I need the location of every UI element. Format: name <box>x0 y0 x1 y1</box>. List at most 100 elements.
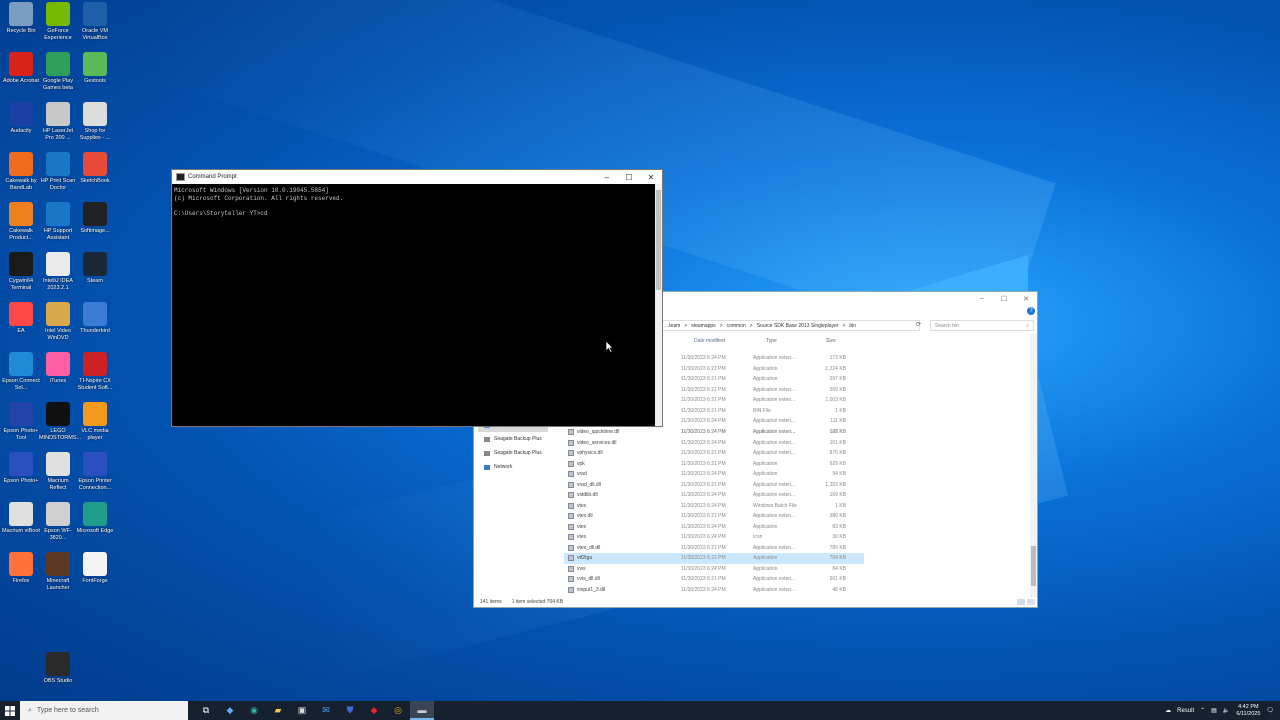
breadcrumb-segment[interactable]: ...team <box>665 323 680 329</box>
file-row[interactable]: vtex 11/30/2023 6:24 PM Application 83 KB <box>564 522 864 533</box>
file-row[interactable]: vtf2tga 11/30/2023 6:21 PM Application 704 … <box>564 553 864 564</box>
desktop-shortcut[interactable]: HP Print Scan Doctor <box>39 152 77 191</box>
vertical-scrollbar[interactable] <box>1030 334 1037 597</box>
desktop-shortcut[interactable]: IntelliJ IDEA 2023.2.1 <box>39 252 77 291</box>
close-icon[interactable]: ✕ <box>640 173 662 182</box>
weather-icon[interactable]: ☁ <box>1165 707 1171 714</box>
file-row[interactable]: vvis_dll.dll 11/30/2023 6:21 PM Applicatio… <box>564 574 864 585</box>
desktop-shortcut[interactable]: Epson WF-3820... <box>39 502 77 541</box>
desktop-shortcut[interactable]: Cygwin64 Terminal <box>2 252 40 291</box>
refresh-icon[interactable]: ⟳ <box>916 321 921 328</box>
desktop-shortcut[interactable]: LEGO MINDSTORMS... <box>39 402 81 441</box>
taskbar-search-box[interactable]: ⌕ Type here to search <box>20 701 188 720</box>
breadcrumb-segment[interactable]: Source SDK Base 2013 Singleplayer <box>757 323 839 329</box>
desktop-shortcut[interactable]: Google Play Games beta <box>39 52 77 91</box>
column-date-modified[interactable]: Date modified <box>694 338 725 344</box>
start-button[interactable] <box>0 701 20 720</box>
app-red-icon[interactable]: ◆ <box>362 701 386 720</box>
breadcrumb-segment[interactable]: steamapps <box>691 323 715 329</box>
desktop-shortcut[interactable]: EA <box>2 302 40 335</box>
file-row[interactable]: vrad_dll.dll 11/30/2023 6:21 PM Applicatio… <box>564 480 864 491</box>
console-output[interactable]: Microsoft Windows [Version 10.0.19045.58… <box>172 184 662 220</box>
volume-icon[interactable]: 🔈 <box>1223 707 1230 714</box>
copilot-icon[interactable]: ◆ <box>218 701 242 720</box>
nav-item[interactable]: Seagate Backup Plus <box>478 432 548 446</box>
file-row[interactable]: video_quicktime.dll 11/30/2023 6:24 PM App… <box>564 427 864 438</box>
desktop-shortcut[interactable]: Firefox <box>2 552 40 585</box>
store-icon[interactable]: ▣ <box>290 701 314 720</box>
maximize-icon[interactable]: ☐ <box>618 173 640 182</box>
desktop-shortcut[interactable]: OBS Studio <box>39 652 77 685</box>
desktop-shortcut[interactable]: Thunderbird <box>76 302 114 335</box>
network-icon[interactable]: ▤ <box>1211 707 1217 714</box>
desktop-shortcut[interactable]: TI-Nspire CX Student Soft... <box>76 352 114 391</box>
file-row[interactable]: vtex 11/30/2023 6:24 PM Icon 30 KB <box>564 532 864 543</box>
large-icons-view-icon[interactable] <box>1027 599 1035 605</box>
minimize-icon[interactable]: – <box>596 173 618 182</box>
desktop-shortcut[interactable]: Macrium viBoot <box>2 502 40 535</box>
file-row[interactable]: vpk 11/30/2023 6:21 PM Application 629 KB <box>564 459 864 470</box>
nav-item[interactable]: Seagate Backup Plus <box>478 446 548 460</box>
desktop-shortcut[interactable]: Epson Printer Connection... <box>76 452 114 491</box>
desktop-shortcut[interactable]: Cakewalk by BandLab <box>2 152 40 191</box>
desktop-shortcut[interactable]: Adobe Acrobat <box>2 52 40 85</box>
desktop-shortcut[interactable]: Oracle VM VirtualBox <box>76 2 114 41</box>
desktop-shortcut[interactable]: HP LaserJet Pro 200 ... <box>39 102 77 141</box>
minimize-icon[interactable]: – <box>971 295 993 302</box>
task-view-icon[interactable]: ⧉ <box>194 701 218 720</box>
search-input[interactable]: Search bin ⌕ <box>930 320 1034 331</box>
column-size[interactable]: Size <box>826 338 836 344</box>
file-row[interactable]: vrad 11/30/2023 6:24 PM Application 94 KB <box>564 469 864 480</box>
desktop-shortcut[interactable]: Audacity <box>2 102 40 135</box>
desktop-shortcut[interactable]: Microsoft Edge <box>76 502 114 535</box>
clock[interactable]: 4:42 PM 6/11/2025 <box>1236 704 1260 718</box>
notifications-icon[interactable]: 🗨 <box>1266 707 1274 714</box>
desktop-shortcut[interactable]: Gestools <box>76 52 114 85</box>
file-row[interactable]: vtex.dll 11/30/2023 6:21 PM Application ex… <box>564 511 864 522</box>
mail-icon[interactable]: ✉ <box>314 701 338 720</box>
tray-result-label[interactable]: Result <box>1177 708 1194 714</box>
desktop-shortcut[interactable]: Cakewalk Product... <box>2 202 40 241</box>
desktop-shortcut[interactable]: GeForce Experience <box>39 2 77 41</box>
scrollbar-thumb[interactable] <box>1031 546 1036 586</box>
desktop-shortcut[interactable]: Minecraft Launcher <box>39 552 77 591</box>
desktop-shortcut[interactable]: SketchBook <box>76 152 114 185</box>
file-row[interactable]: xinput1_3.dll 11/30/2023 6:24 PM Applicati… <box>564 585 864 596</box>
file-row[interactable]: vstdlib.dll 11/30/2023 6:24 PM Application… <box>564 490 864 501</box>
file-row[interactable]: vtex_dll.dll 11/30/2023 6:21 PM Applicatio… <box>564 543 864 554</box>
scrollbar-thumb[interactable] <box>656 190 661 290</box>
edge-icon[interactable]: ◉ <box>242 701 266 720</box>
desktop-shortcut[interactable]: Epson Connect Sol... <box>2 352 40 391</box>
file-row[interactable]: video_services.dll 11/30/2023 6:24 PM Appl… <box>564 438 864 449</box>
close-icon[interactable]: ✕ <box>1015 295 1037 303</box>
command-prompt-window[interactable]: Command Prompt – ☐ ✕ Microsoft Windows [… <box>171 169 663 427</box>
desktop-shortcut[interactable]: Shop for Supplies - ... <box>76 102 114 141</box>
desktop-shortcut[interactable]: iTunes <box>39 352 77 385</box>
column-type[interactable]: Type <box>766 338 777 344</box>
desktop-shortcut[interactable]: Epson Photo+ Tool <box>2 402 40 441</box>
help-icon[interactable]: ? <box>1027 307 1035 315</box>
security-icon[interactable]: ⛊ <box>338 701 362 720</box>
desktop-shortcut[interactable]: Macrium Reflect <box>39 452 77 491</box>
cmd-icon[interactable]: ▬ <box>410 701 434 720</box>
desktop-shortcut[interactable]: Intel Video WinDVD <box>39 302 77 341</box>
desktop-shortcut[interactable]: VLC media player <box>76 402 114 441</box>
desktop-shortcut[interactable]: FontForge <box>76 552 114 585</box>
desktop-shortcut[interactable]: Recycle Bin <box>2 2 40 35</box>
desktop-shortcut[interactable]: Steam <box>76 252 114 285</box>
cmd-scrollbar[interactable] <box>655 184 662 426</box>
chrome-icon[interactable]: ◎ <box>386 701 410 720</box>
maximize-icon[interactable]: ☐ <box>993 295 1015 303</box>
breadcrumb-segment[interactable]: bin <box>849 323 856 329</box>
chevron-up-icon[interactable]: ⌃ <box>1200 707 1205 714</box>
details-view-icon[interactable] <box>1017 599 1025 605</box>
file-row[interactable]: vvis 11/30/2023 6:24 PM Application 84 KB <box>564 564 864 575</box>
desktop-shortcut[interactable]: Softimage... <box>76 202 114 235</box>
file-explorer-icon[interactable]: ▰ <box>266 701 290 720</box>
breadcrumb-segment[interactable]: common <box>727 323 746 329</box>
cmd-title-bar[interactable]: Command Prompt – ☐ ✕ <box>172 170 662 184</box>
file-row[interactable]: vtex 11/30/2023 6:24 PM Windows Batch File… <box>564 501 864 512</box>
desktop-shortcut[interactable]: HP Support Assistant <box>39 202 77 241</box>
address-bar[interactable]: ...team > steamapps > common > Source SDK Base… <box>662 320 920 331</box>
desktop-shortcut[interactable]: Epson Photo+ <box>2 452 40 485</box>
